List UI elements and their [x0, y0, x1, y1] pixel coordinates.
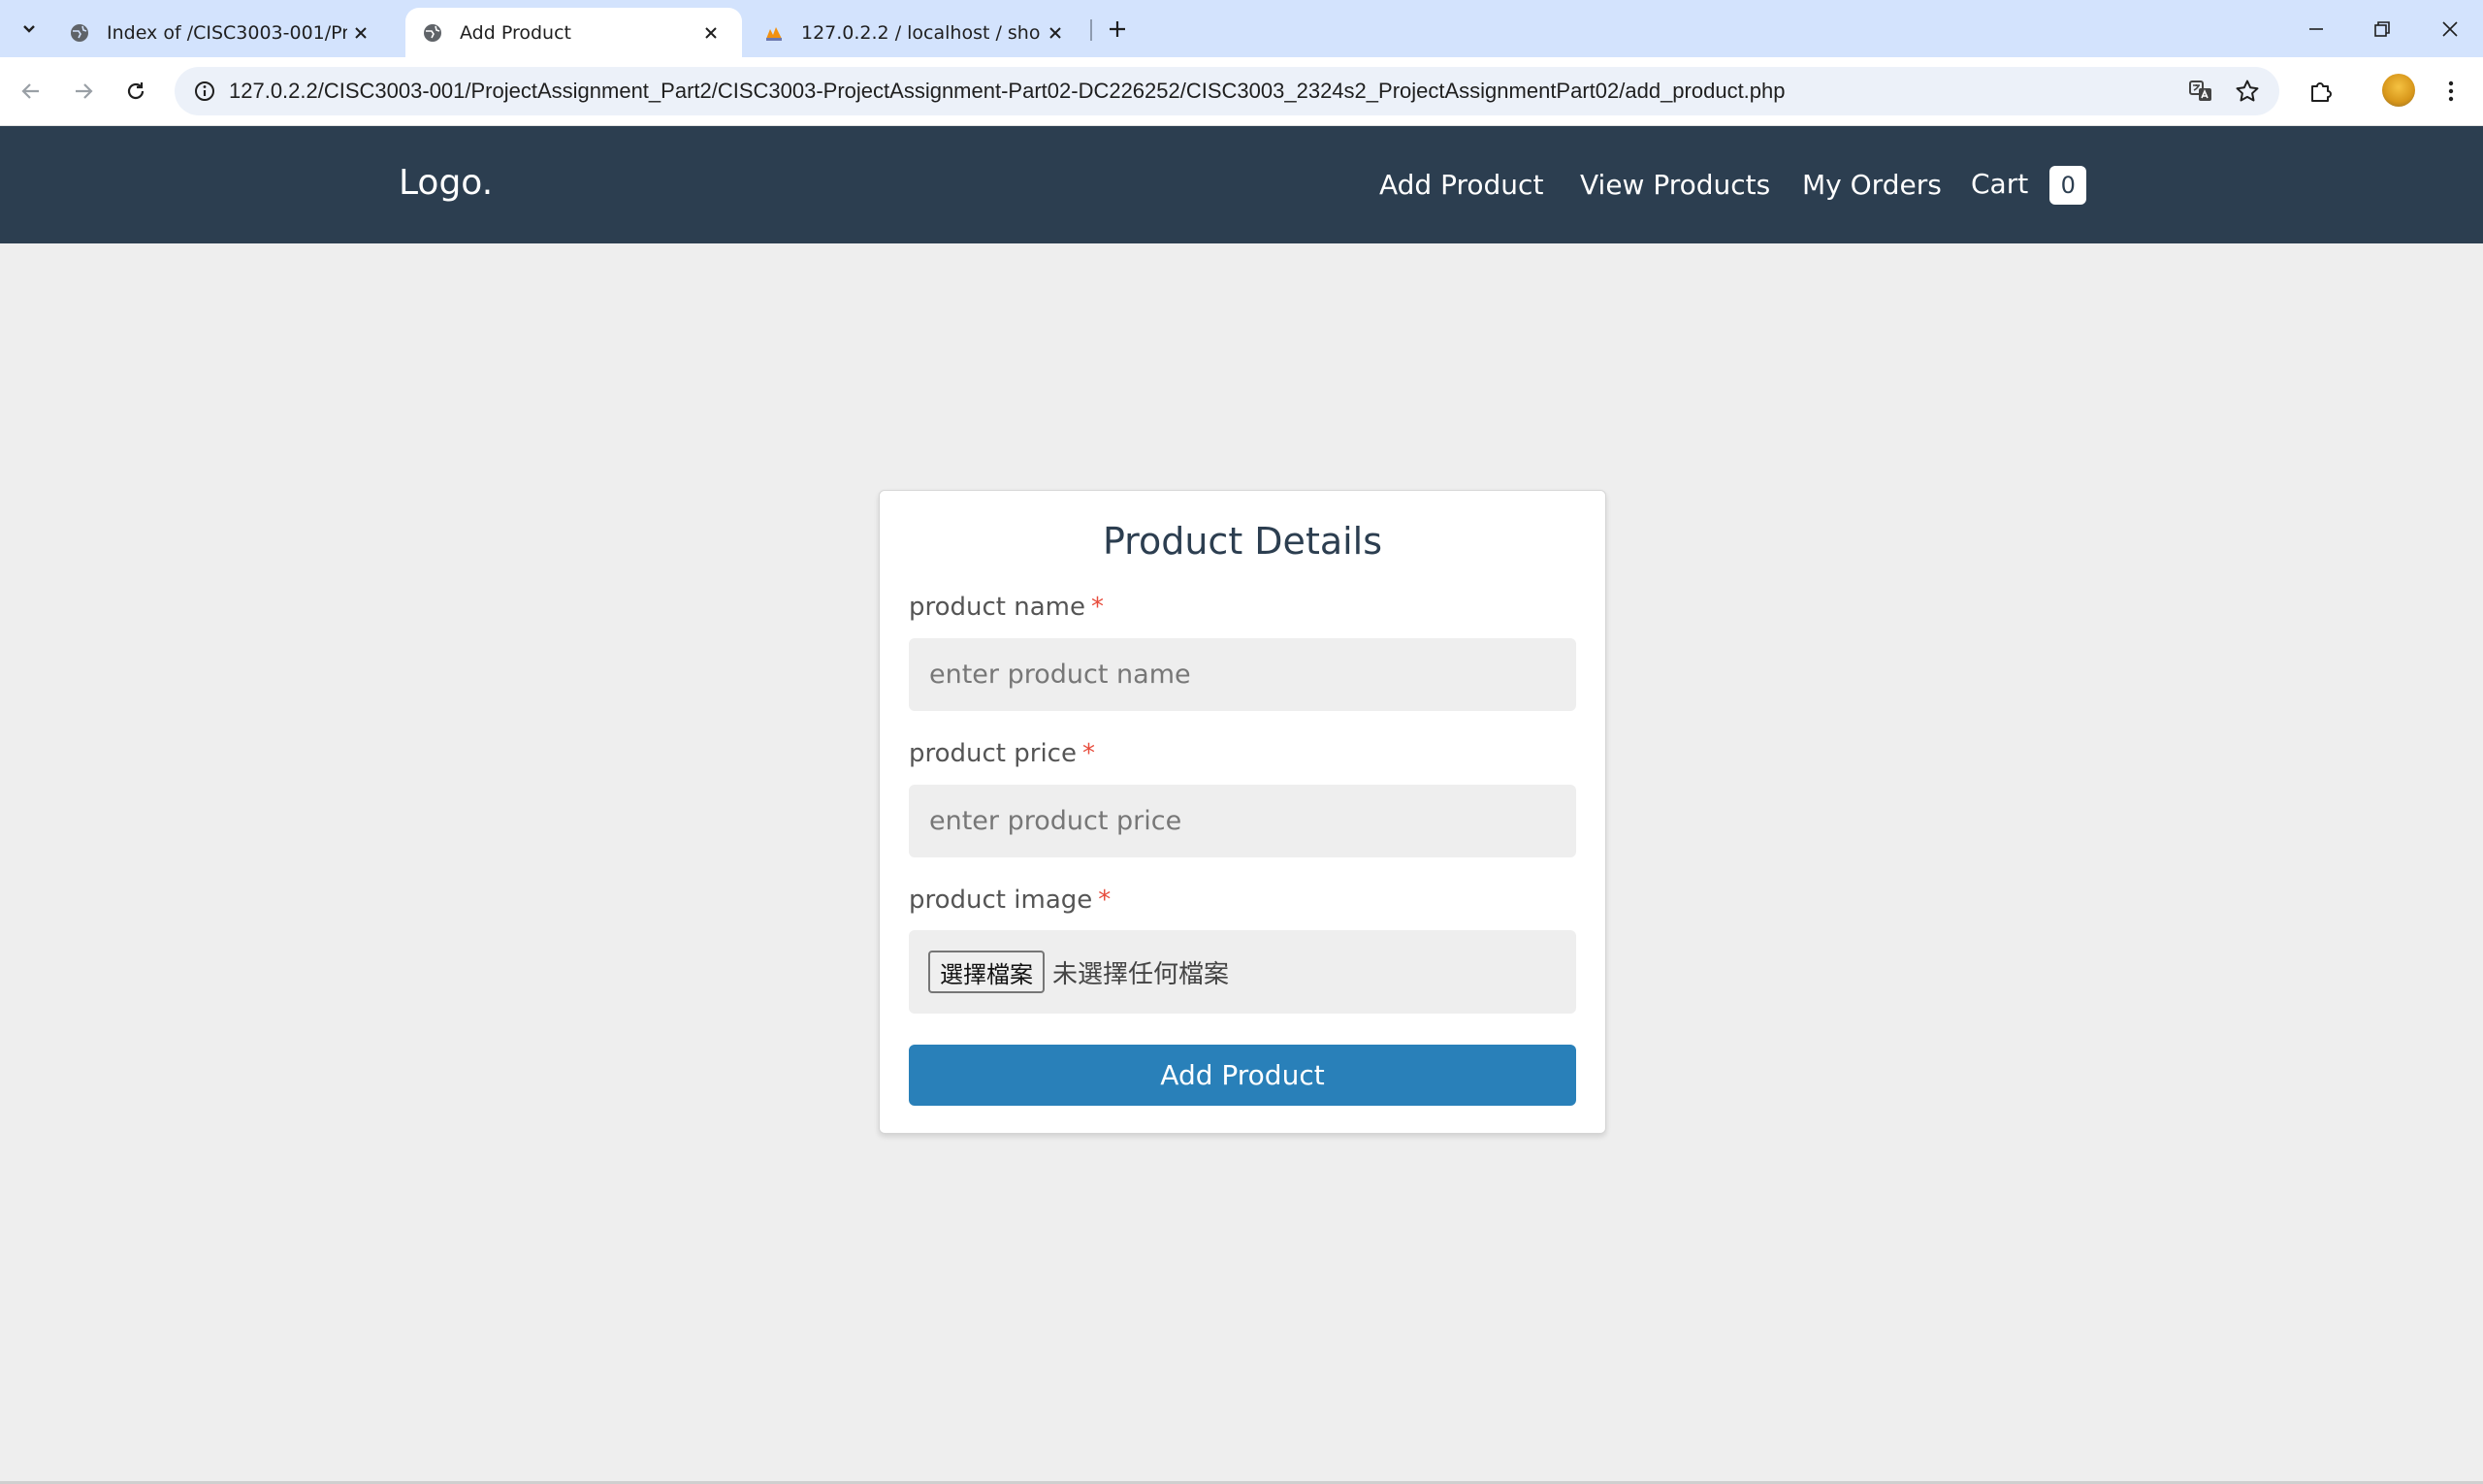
phpmyadmin-icon: [766, 26, 782, 41]
main-nav-orders: My Orders: [1802, 126, 1942, 243]
tab-title: Add Product: [460, 21, 571, 44]
browser-tabstrip: Index of /CISC3003-001/ProjectAssignment…: [0, 0, 2483, 57]
bookmark-button[interactable]: [2223, 67, 2272, 115]
site-header: Logo. Add Product View Products My Order…: [0, 126, 2483, 243]
tab-title: 127.0.2.2 / localhost / shop_db: [801, 21, 1042, 44]
chevron-down-icon: [23, 25, 35, 33]
nav-view-products[interactable]: View Products: [1580, 169, 1770, 201]
plus-icon: [1110, 21, 1125, 37]
site-logo[interactable]: Logo.: [399, 163, 493, 203]
info-icon: [195, 81, 214, 101]
nav-add-product[interactable]: Add Product: [1379, 169, 1543, 201]
url-text: 127.0.2.2/CISC3003-001/ProjectAssignment…: [229, 79, 1786, 103]
tab-separator: [1090, 19, 1092, 41]
product-image-label-text: product image: [909, 886, 1093, 915]
site-info-button[interactable]: [180, 67, 229, 115]
tab-search-button[interactable]: [10, 12, 48, 47]
globe-icon: [424, 23, 441, 42]
main-nav-view: View Products: [1580, 126, 1770, 243]
nav-my-orders[interactable]: My Orders: [1802, 169, 1942, 201]
forward-button[interactable]: [64, 72, 103, 111]
menu-button[interactable]: [2427, 67, 2475, 115]
add-product-submit-button[interactable]: Add Product: [909, 1045, 1576, 1106]
product-price-label-text: product price: [909, 739, 1077, 768]
minimize-icon: [2309, 27, 2323, 30]
globe-icon: [71, 23, 88, 42]
main-nav: Add Product: [1379, 126, 1543, 243]
restore-icon: [2374, 20, 2390, 37]
product-image-file-input: 選擇檔案 未選擇任何檔案: [909, 930, 1576, 1014]
puzzle-icon: [2311, 82, 2332, 102]
choose-file-button[interactable]: 選擇檔案: [928, 951, 1045, 993]
arrow-left-icon: [21, 83, 39, 99]
tab-phpmyadmin[interactable]: 127.0.2.2 / localhost / shop_db: [747, 8, 1086, 57]
back-button[interactable]: [12, 72, 50, 111]
extensions-button[interactable]: [2297, 67, 2345, 115]
star-icon: [2236, 80, 2259, 102]
restore-button[interactable]: [2349, 0, 2415, 57]
close-tab-icon[interactable]: [347, 19, 374, 47]
translate-button[interactable]: [2177, 67, 2225, 115]
minimize-button[interactable]: [2283, 0, 2349, 57]
profile-avatar[interactable]: [2382, 74, 2415, 107]
main-nav-cart: Cart 0: [1971, 126, 2087, 243]
arrow-right-icon: [76, 83, 93, 99]
file-status-text: 未選擇任何檔案: [1052, 959, 1230, 989]
tab-add-product[interactable]: Add Product: [405, 8, 742, 57]
product-price-input[interactable]: [909, 785, 1576, 857]
reload-icon: [127, 82, 145, 100]
product-name-input[interactable]: [909, 638, 1576, 711]
close-tab-icon[interactable]: [697, 19, 725, 47]
browser-toolbar: 127.0.2.2/CISC3003-001/ProjectAssignment…: [0, 57, 2483, 126]
product-form: Product Details product name* product pr…: [879, 490, 1606, 1134]
cart-count-badge: 0: [2049, 165, 2087, 205]
form-title: Product Details: [1102, 520, 1383, 563]
kebab-menu-icon: [2448, 81, 2454, 102]
product-image-label: product image *: [909, 886, 1111, 915]
tab-title: Index of /CISC3003-001/ProjectAssignment…: [107, 21, 347, 44]
product-name-label: product name *: [909, 593, 1104, 622]
close-icon: [2442, 20, 2458, 37]
required-mark: *: [1098, 886, 1112, 915]
required-mark: *: [1091, 593, 1104, 622]
product-name-label-text: product name: [909, 593, 1085, 622]
tab-index[interactable]: Index of /CISC3003-001/ProjectAssignment…: [52, 8, 392, 57]
required-mark: *: [1081, 739, 1095, 768]
translate-icon: [2189, 81, 2211, 101]
close-window-button[interactable]: [2417, 0, 2483, 57]
cart-label: Cart: [1971, 167, 2029, 200]
address-bar[interactable]: 127.0.2.2/CISC3003-001/ProjectAssignment…: [175, 67, 2279, 115]
reload-button[interactable]: [116, 72, 155, 111]
close-tab-icon[interactable]: [1042, 19, 1069, 47]
new-tab-button[interactable]: [1102, 14, 1133, 45]
nav-cart[interactable]: Cart 0: [1971, 165, 2087, 205]
product-price-label: product price *: [909, 739, 1095, 768]
